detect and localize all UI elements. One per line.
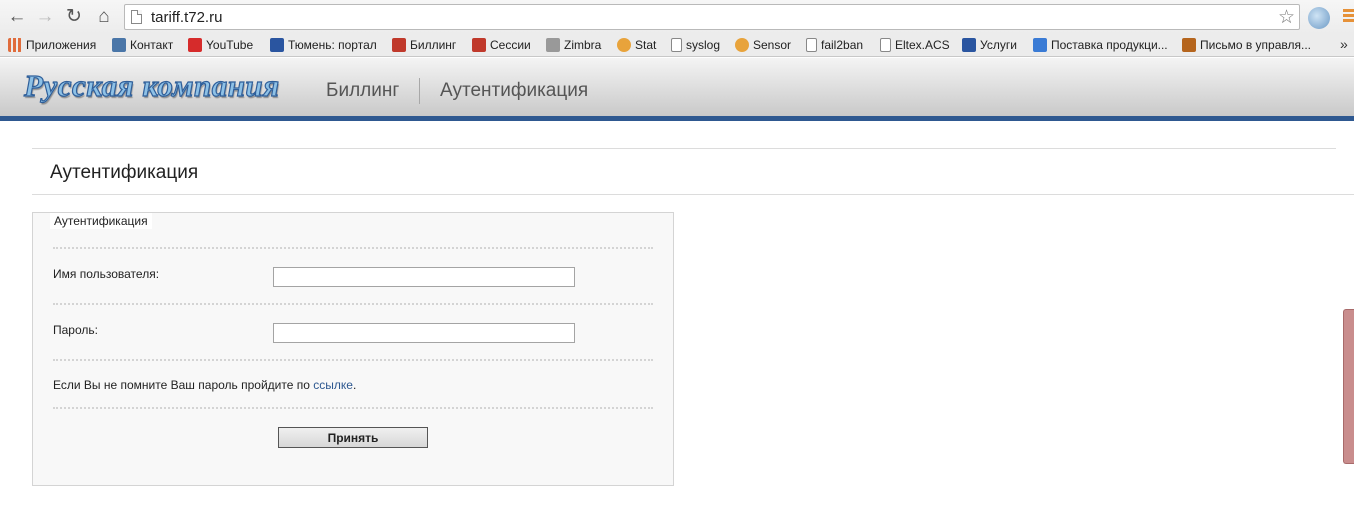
browser-toolbar: ← → ↻ ⌂ tariff.t72.ru ☆: [0, 0, 1354, 34]
apps-grid-icon: [8, 38, 22, 52]
bookmark-syslog[interactable]: syslog: [671, 37, 720, 54]
url-text[interactable]: tariff.t72.ru: [151, 9, 222, 26]
divider: [53, 407, 653, 409]
bookmark-tyumen-portal[interactable]: Тюмень: портал: [270, 37, 377, 54]
page-icon: [131, 10, 142, 24]
nav-divider: [419, 78, 420, 104]
divider: [53, 303, 653, 305]
arrow-left-icon[interactable]: ←: [5, 5, 29, 29]
fieldset-legend: Аутентификация: [50, 213, 152, 229]
arrow-right-icon[interactable]: →: [33, 5, 57, 29]
header-accent-line: [0, 116, 1354, 121]
password-input[interactable]: [273, 323, 575, 343]
bookmark-eltex-acs[interactable]: Eltex.ACS: [880, 37, 950, 54]
bookmark-sensor[interactable]: Sensor: [735, 37, 791, 54]
browser-menu-icon[interactable]: [1343, 9, 1354, 24]
gauge-icon: [735, 38, 749, 52]
side-feedback-tab[interactable]: [1343, 309, 1354, 464]
vk-icon: [112, 38, 126, 52]
page-icon: [880, 38, 891, 52]
bookmark-youtube[interactable]: YouTube: [188, 37, 253, 54]
home-icon[interactable]: ⌂: [92, 5, 116, 29]
submit-button[interactable]: Принять: [278, 427, 428, 448]
password-recovery-note: Если Вы не помните Ваш пароль пройдите п…: [53, 378, 357, 392]
bookmark-fail2ban[interactable]: fail2ban: [806, 37, 863, 54]
bookmark-vkontakte[interactable]: Контакт: [112, 37, 173, 54]
extension-icon[interactable]: [1308, 7, 1330, 29]
reload-icon[interactable]: ↻: [62, 5, 86, 29]
bookmark-billing[interactable]: Биллинг: [392, 37, 456, 54]
bookmark-services[interactable]: Услуги: [962, 37, 1017, 54]
bookmarks-bar: Приложения Контакт YouTube Тюмень: порта…: [0, 34, 1354, 57]
crest-icon: [962, 38, 976, 52]
divider: [32, 194, 1354, 195]
bookmark-letter[interactable]: Письмо в управля...: [1182, 37, 1311, 54]
page-title: Аутентификация: [50, 162, 199, 183]
letter-icon: [1182, 38, 1196, 52]
password-label: Пароль:: [53, 323, 98, 337]
star-icon[interactable]: ☆: [1278, 6, 1295, 29]
divider: [32, 148, 1336, 149]
bookmark-supply[interactable]: Поставка продукци...: [1033, 37, 1168, 54]
site-logo[interactable]: Русская компания: [23, 67, 279, 104]
youtube-icon: [188, 38, 202, 52]
divider: [53, 247, 653, 249]
bookmark-apps[interactable]: Приложения: [8, 37, 96, 54]
sessions-icon: [472, 38, 486, 52]
site-header: Русская компания Биллинг Аутентификация: [0, 58, 1354, 116]
username-label: Имя пользователя:: [53, 267, 160, 281]
bookmarks-overflow-button[interactable]: »: [1340, 36, 1348, 52]
page-icon: [806, 38, 817, 52]
billing-icon: [392, 38, 406, 52]
divider: [53, 359, 653, 361]
page-icon: [671, 38, 682, 52]
gauge-icon: [617, 38, 631, 52]
crest-icon: [270, 38, 284, 52]
bookmark-stat[interactable]: Stat: [617, 37, 656, 54]
address-bar[interactable]: tariff.t72.ru ☆: [124, 4, 1300, 30]
check-icon: [1033, 38, 1047, 52]
bookmark-sessions[interactable]: Сессии: [472, 37, 531, 54]
password-recovery-link[interactable]: ссылке: [313, 378, 353, 392]
nav-authentication[interactable]: Аутентификация: [440, 80, 588, 102]
nav-billing[interactable]: Биллинг: [326, 80, 399, 102]
zimbra-icon: [546, 38, 560, 52]
username-input[interactable]: [273, 267, 575, 287]
bookmark-zimbra[interactable]: Zimbra: [546, 37, 601, 54]
